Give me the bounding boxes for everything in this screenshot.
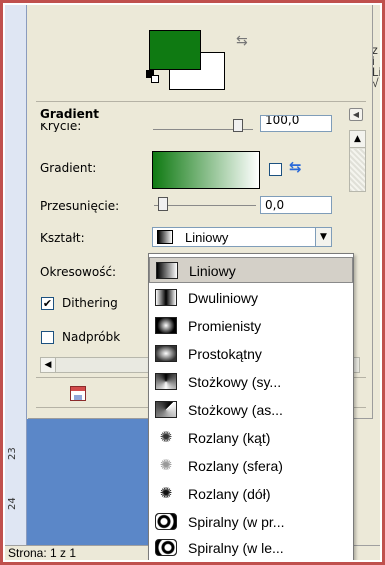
spiral-counterclockwise-icon xyxy=(155,539,177,556)
opacity-slider-handle[interactable] xyxy=(233,119,243,132)
menu-item-label: Stożkowy (as... xyxy=(188,402,283,418)
shaped-angular-icon: ✺ xyxy=(159,429,173,446)
foreground-color-swatch[interactable] xyxy=(149,30,201,70)
menu-item-label: Spiralny (w le... xyxy=(188,540,284,556)
offset-slider-handle[interactable] xyxy=(158,197,168,211)
menu-item-radial[interactable]: Promienisty xyxy=(149,313,353,339)
save-options-icon[interactable] xyxy=(70,386,86,401)
menu-item-conical-asymmetric[interactable]: Stożkowy (as... xyxy=(149,397,353,423)
panel-menu-button[interactable]: ◀ xyxy=(349,108,363,121)
chevron-down-icon[interactable]: ▼ xyxy=(315,227,332,247)
swap-arrows-icon[interactable]: ⇆ xyxy=(236,33,248,49)
conical-asymmetric-icon xyxy=(155,401,177,418)
shape-select[interactable]: Liniowy xyxy=(152,227,331,247)
offset-value: 0,0 xyxy=(265,198,285,212)
opacity-label: Krycie: xyxy=(40,123,82,132)
opacity-input[interactable]: 100,0 xyxy=(260,115,332,132)
dithering-checkbox[interactable]: ✔ xyxy=(41,297,54,310)
divider xyxy=(36,101,366,102)
menu-item-linear[interactable]: Liniowy xyxy=(149,257,353,283)
supersampling-checkbox[interactable] xyxy=(41,331,54,344)
supersampling-label: Nadpróbk xyxy=(62,330,121,344)
menu-item-label: Prostokątny xyxy=(188,346,262,362)
menu-item-square[interactable]: Prostokątny xyxy=(149,341,353,367)
menu-item-shaped-spherical[interactable]: ✺ Rozlany (sfera) xyxy=(149,453,353,479)
reverse-gradient-checkbox[interactable] xyxy=(269,163,282,176)
dithering-label: Dithering xyxy=(62,296,118,310)
shaped-dimpled-icon: ✺ xyxy=(159,485,173,502)
linear-gradient-icon xyxy=(157,230,173,244)
ruler-mark: 23 xyxy=(7,447,18,460)
menu-item-conical-symmetric[interactable]: Stożkowy (sy... xyxy=(149,369,353,395)
ruler-mark: 24 xyxy=(7,497,18,510)
reverse-arrows-icon: ⇆ xyxy=(289,158,302,176)
doc-char: √ xyxy=(372,76,379,90)
gradient-label: Gradient: xyxy=(40,161,97,175)
menu-item-label: Promienisty xyxy=(188,318,262,334)
gradient-preview-button[interactable] xyxy=(152,151,260,189)
menu-item-shaped-dimpled[interactable]: ✺ Rozlany (dół) xyxy=(149,481,353,507)
shape-select-value: Liniowy xyxy=(185,230,229,245)
radial-gradient-icon xyxy=(155,317,177,334)
offset-input[interactable]: 0,0 xyxy=(260,196,332,214)
menu-item-spiral-counterclockwise[interactable]: Spiralny (w le... xyxy=(149,535,353,560)
scroll-left-icon[interactable]: ◀ xyxy=(41,358,56,372)
menu-item-label: Rozlany (kąt) xyxy=(188,430,271,446)
application-window: 23 24 25 z i Li √ Strona: 1 z 1 ⇆ Gradie… xyxy=(5,5,380,560)
bilinear-gradient-icon xyxy=(155,289,177,306)
menu-item-label: Liniowy xyxy=(189,263,236,279)
scroll-up-icon[interactable]: ▲ xyxy=(350,131,365,148)
menu-item-shaped-angular[interactable]: ✺ Rozlany (kąt) xyxy=(149,425,353,451)
shape-dropdown-menu: Liniowy Dwuliniowy Promienisty Prostokąt… xyxy=(148,253,354,560)
scrollbar-thumb[interactable] xyxy=(350,149,365,191)
panel-scrollbar[interactable]: ▲ xyxy=(349,130,366,192)
conical-symmetric-icon xyxy=(155,373,177,390)
panel-title: Gradient xyxy=(40,107,99,121)
shaped-spherical-icon: ✺ xyxy=(159,457,173,474)
opacity-value: 100,0 xyxy=(265,115,300,127)
document-area xyxy=(27,419,155,545)
page-count-text: Strona: 1 z 1 xyxy=(8,546,77,560)
menu-item-label: Rozlany (dół) xyxy=(188,486,271,502)
menu-item-label: Rozlany (sfera) xyxy=(188,458,283,474)
linear-gradient-icon xyxy=(156,262,178,279)
menu-item-label: Spiralny (w pr... xyxy=(188,514,285,530)
menu-item-spiral-clockwise[interactable]: Spiralny (w pr... xyxy=(149,509,353,535)
offset-slider-track[interactable] xyxy=(154,205,256,206)
offset-label: Przesunięcie: xyxy=(40,199,120,213)
shape-label: Kształt: xyxy=(40,231,85,245)
menu-item-bilinear[interactable]: Dwuliniowy xyxy=(149,285,353,311)
menu-item-label: Dwuliniowy xyxy=(188,290,259,306)
square-gradient-icon xyxy=(155,345,177,362)
default-colors-icon[interactable] xyxy=(146,70,160,84)
document-text-edge: z i Li √ xyxy=(372,44,380,90)
vertical-ruler: 23 24 25 xyxy=(5,5,27,560)
menu-item-label: Stożkowy (sy... xyxy=(188,374,282,390)
repeat-label: Okresowość: xyxy=(40,265,117,279)
spiral-clockwise-icon xyxy=(155,513,177,530)
